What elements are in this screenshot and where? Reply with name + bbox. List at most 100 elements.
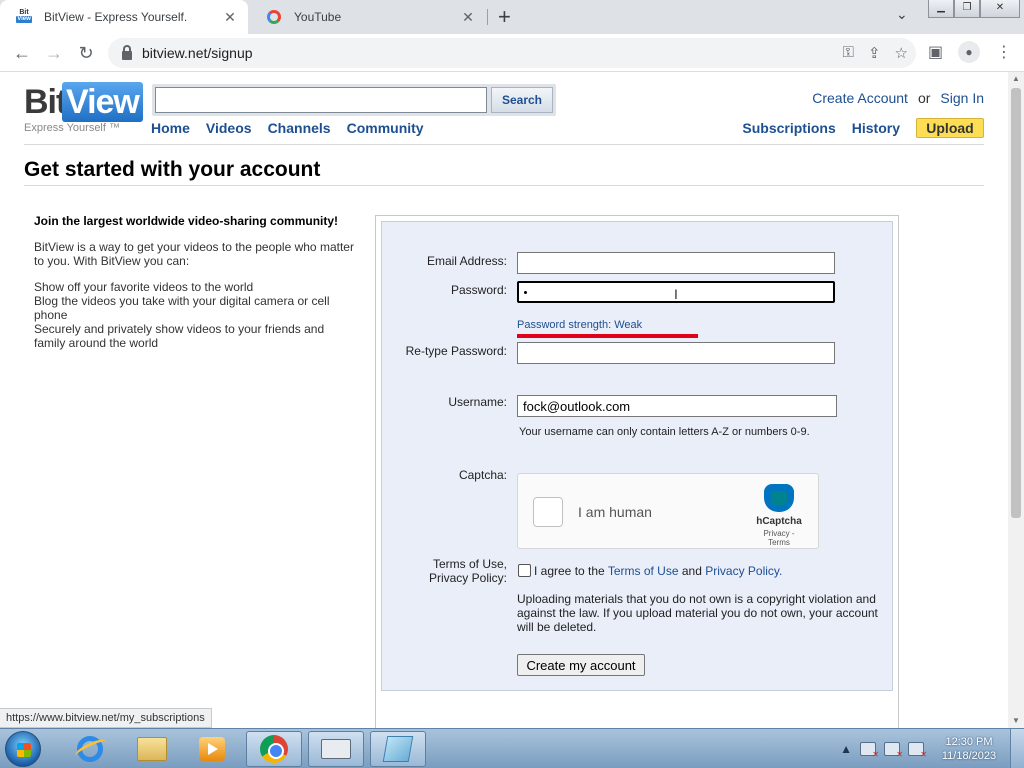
tab-separator: [487, 9, 488, 25]
close-window-icon[interactable]: ✕: [980, 0, 1020, 18]
account-links: Create Account or Sign In: [812, 90, 984, 106]
logo-tagline: Express Yourself ™: [24, 122, 120, 134]
hcaptcha-brand: hCaptcha: [756, 516, 802, 527]
search-button[interactable]: Search: [491, 87, 553, 113]
clock-date: 11/18/2023: [941, 750, 997, 762]
intro-text: BitView is a way to get your videos to t…: [34, 240, 354, 268]
media-player-icon[interactable]: [184, 731, 240, 767]
tab-title: YouTube: [294, 10, 342, 24]
share-icon[interactable]: ⇪: [868, 44, 881, 62]
scroll-up-icon[interactable]: ▲: [1008, 72, 1024, 86]
new-tab-icon[interactable]: +: [498, 4, 511, 30]
red-annotation-underline: [517, 334, 698, 338]
retype-password-field[interactable]: [517, 342, 835, 364]
text-cursor-icon: I: [674, 286, 678, 302]
nav-home[interactable]: Home: [151, 120, 190, 136]
terms-agree-text: I agree to the Terms of Use and Privacy …: [534, 564, 783, 578]
main-nav: Home Videos Channels Community: [151, 120, 424, 136]
email-label: Email Address:: [426, 254, 507, 268]
or-text: or: [917, 90, 931, 106]
page-scrollbar[interactable]: ▲ ▼: [1008, 72, 1024, 728]
upload-button[interactable]: Upload: [916, 118, 984, 138]
privacy-label: Privacy Policy:: [428, 571, 507, 585]
browser-toolbar: ← → ↻ bitview.net/signup ⚿ ⇪ ☆ ▣ ● ⋮: [0, 34, 1024, 72]
action-center-icon[interactable]: [860, 742, 879, 759]
nav-videos[interactable]: Videos: [206, 120, 252, 136]
chrome-taskbar-icon[interactable]: [246, 731, 302, 767]
google-favicon-icon: [266, 9, 282, 25]
bitview-logo[interactable]: Bit View Express Yourself ™: [24, 82, 143, 138]
site-search: Search: [152, 84, 556, 116]
clock[interactable]: 12:30 PM 11/18/2023: [934, 735, 1004, 763]
bitview-favicon-icon: Bit View: [16, 9, 32, 23]
bookmark-star-icon[interactable]: ☆: [895, 44, 908, 62]
privacy-policy-link[interactable]: Privacy Policy.: [705, 564, 782, 578]
restore-icon[interactable]: ❐: [954, 0, 980, 18]
header-divider: [24, 144, 984, 145]
email-field[interactable]: [517, 252, 835, 274]
start-button-icon[interactable]: [5, 731, 41, 767]
benefit-item: Show off your favorite videos to the wor…: [34, 280, 254, 294]
logo-bit-text: Bit: [24, 83, 67, 121]
tab-close-icon[interactable]: ✕: [220, 9, 240, 26]
hcaptcha-hand-icon: [764, 484, 794, 512]
tray-expand-icon[interactable]: ▲: [840, 742, 852, 756]
terms-checkbox[interactable]: [518, 564, 531, 577]
intro-panel: Join the largest worldwide video-sharing…: [34, 214, 354, 350]
captcha-checkbox[interactable]: [533, 497, 563, 527]
terms-of-use-link[interactable]: Terms of Use: [608, 564, 679, 578]
page-content: Bit View Express Yourself ™ Search Home …: [0, 72, 1008, 728]
scroll-down-icon[interactable]: ▼: [1008, 714, 1024, 728]
sign-in-link[interactable]: Sign In: [940, 90, 984, 106]
volume-icon[interactable]: [908, 742, 927, 759]
username-label: Username:: [448, 395, 507, 409]
title-divider: [24, 185, 984, 186]
forward-arrow-icon[interactable]: →: [42, 42, 66, 64]
back-arrow-icon[interactable]: ←: [10, 42, 34, 64]
on-screen-keyboard-icon[interactable]: [308, 731, 364, 767]
lock-icon[interactable]: [122, 44, 132, 60]
minimize-icon[interactable]: ▁: [928, 0, 954, 18]
person-icon: ●: [958, 41, 980, 63]
search-input[interactable]: [155, 87, 487, 113]
username-field[interactable]: [517, 395, 837, 417]
history-link[interactable]: History: [852, 120, 900, 136]
password-field[interactable]: I: [517, 281, 835, 303]
hcaptcha-privacy-terms[interactable]: Privacy - Terms: [754, 529, 804, 547]
subscriptions-link[interactable]: Subscriptions: [742, 120, 835, 136]
window-controls: ▁ ❐ ✕: [928, 0, 1020, 18]
tab-youtube[interactable]: YouTube ✕: [250, 0, 486, 34]
create-account-link[interactable]: Create Account: [812, 90, 908, 106]
tab-bitview[interactable]: Bit View BitView - Express Yourself. ✕: [0, 0, 248, 34]
signup-form-frame: Email Address: Password: I Password stre…: [375, 215, 899, 728]
kebab-menu-icon[interactable]: ⋮: [996, 42, 1012, 62]
tab-title: BitView - Express Yourself.: [44, 10, 188, 24]
system-tray: ▲ 12:30 PM 11/18/2023: [840, 729, 1024, 768]
tab-close-icon[interactable]: ✕: [458, 9, 478, 26]
terms-label: Terms of Use,: [432, 557, 507, 571]
password-label: Password:: [450, 283, 507, 297]
password-strength: Password strength: Weak: [517, 319, 643, 331]
side-panel-icon[interactable]: ▣: [928, 42, 943, 62]
key-icon[interactable]: ⚿: [843, 44, 854, 62]
link-status-bar: https://www.bitview.net/my_subscriptions: [0, 708, 212, 728]
benefit-item: Blog the videos you take with your digit…: [34, 294, 330, 322]
profile-avatar[interactable]: ●: [958, 41, 980, 63]
intro-heading: Join the largest worldwide video-sharing…: [34, 214, 339, 228]
address-bar[interactable]: bitview.net/signup ⚿ ⇪ ☆: [108, 38, 916, 68]
file-explorer-icon[interactable]: [124, 731, 180, 767]
window-app-icon[interactable]: [370, 731, 426, 767]
create-account-button[interactable]: Create my account: [517, 654, 645, 676]
user-nav: Subscriptions History Upload: [742, 118, 984, 138]
network-icon[interactable]: [884, 742, 903, 759]
reload-icon[interactable]: ↻: [74, 42, 98, 64]
captcha-text: I am human: [578, 504, 652, 520]
scroll-thumb[interactable]: [1011, 88, 1021, 518]
internet-explorer-icon[interactable]: [62, 731, 118, 767]
signup-form: Email Address: Password: I Password stre…: [381, 221, 893, 691]
nav-channels[interactable]: Channels: [268, 120, 331, 136]
show-desktop-button[interactable]: [1010, 729, 1024, 768]
nav-community[interactable]: Community: [347, 120, 424, 136]
windows-taskbar: ▲ 12:30 PM 11/18/2023: [0, 728, 1024, 768]
tab-search-chevron-icon[interactable]: ⌄: [896, 6, 908, 23]
